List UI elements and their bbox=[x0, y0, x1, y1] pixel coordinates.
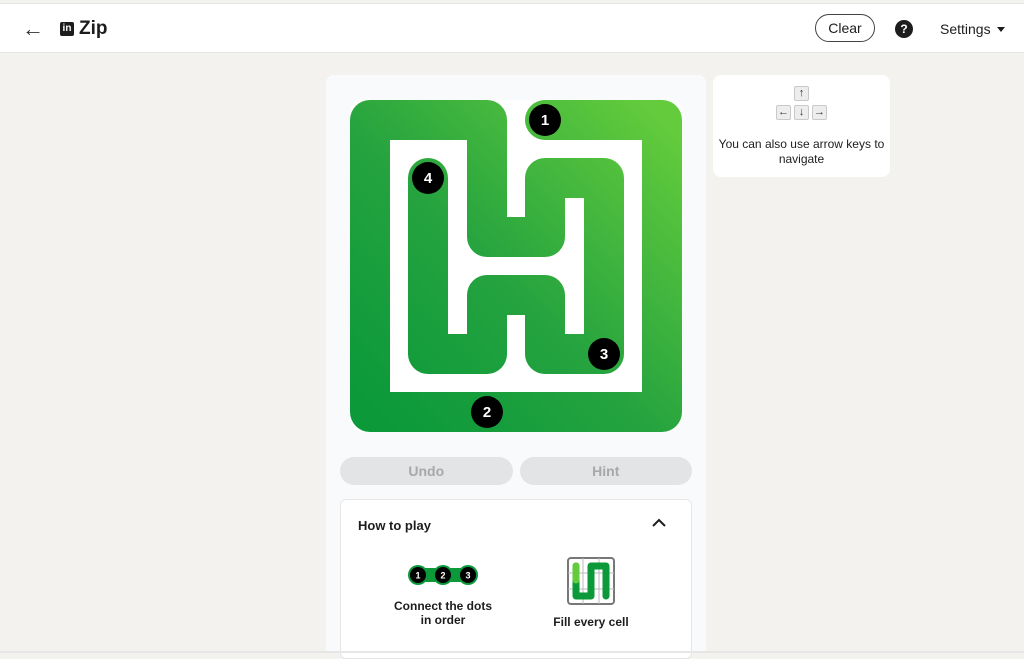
chevron-up-icon[interactable] bbox=[649, 516, 669, 530]
arrow-right-key-icon: → bbox=[812, 105, 827, 120]
keyboard-tip-card: ↑ ← ↓ → You can also use arrow keys to n… bbox=[713, 75, 890, 177]
fill-grid-illustration bbox=[567, 557, 615, 605]
hint-button[interactable]: Hint bbox=[519, 457, 692, 485]
help-icon[interactable]: ? bbox=[895, 20, 913, 38]
dot-2: 2 bbox=[471, 396, 503, 428]
connect-dots-illustration: 1 2 3 bbox=[408, 565, 478, 585]
game-brand: in Zip bbox=[60, 18, 108, 40]
game-panel: 1 2 3 4 Undo Hint How to play 1 2 3 Conn… bbox=[326, 75, 706, 659]
settings-label: Settings bbox=[940, 21, 991, 37]
top-bar: ← in Zip Clear ? Settings bbox=[0, 3, 1024, 53]
caret-down-icon bbox=[996, 26, 1005, 32]
arrow-up-key-icon: ↑ bbox=[794, 86, 809, 101]
clear-button[interactable]: Clear bbox=[815, 14, 875, 42]
mini-dot-3: 3 bbox=[465, 571, 470, 581]
rule-fill-label: Fill every cell bbox=[553, 615, 629, 629]
arrow-left-key-icon: ← bbox=[776, 105, 791, 120]
dot-3: 3 bbox=[588, 338, 620, 370]
how-to-play-title: How to play bbox=[358, 518, 431, 533]
arrow-keys-tip: You can also use arrow keys to navigate bbox=[718, 137, 885, 166]
arrow-down-key-icon: ↓ bbox=[794, 105, 809, 120]
board-background bbox=[350, 100, 682, 432]
dot-4: 4 bbox=[412, 162, 444, 194]
settings-menu[interactable]: Settings bbox=[940, 21, 1005, 37]
mini-dot-2: 2 bbox=[440, 571, 445, 581]
rule-connect-label: Connect the dots in order bbox=[394, 599, 492, 627]
back-arrow-icon[interactable]: ← bbox=[22, 18, 44, 40]
dot-1: 1 bbox=[529, 104, 561, 136]
zip-board[interactable]: 1 2 3 4 bbox=[350, 100, 682, 432]
game-title: Zip bbox=[79, 18, 108, 39]
dot-4-label: 4 bbox=[424, 170, 433, 187]
rule-fill-every-cell: Fill every cell bbox=[541, 556, 641, 629]
action-buttons: Undo Hint bbox=[340, 457, 692, 485]
rule-connect-dots: 1 2 3 Connect the dots in order bbox=[391, 564, 495, 627]
dot-3-label: 3 bbox=[600, 346, 608, 363]
dot-2-label: 2 bbox=[483, 404, 491, 421]
how-to-play-card: How to play 1 2 3 Connect the dots in or… bbox=[340, 499, 692, 659]
mini-dot-1: 1 bbox=[415, 571, 420, 581]
undo-button[interactable]: Undo bbox=[340, 457, 513, 485]
arrow-keys-icon: ↑ ← ↓ → bbox=[773, 86, 831, 126]
linkedin-logo-icon: in bbox=[60, 22, 74, 36]
dot-1-label: 1 bbox=[541, 112, 549, 129]
